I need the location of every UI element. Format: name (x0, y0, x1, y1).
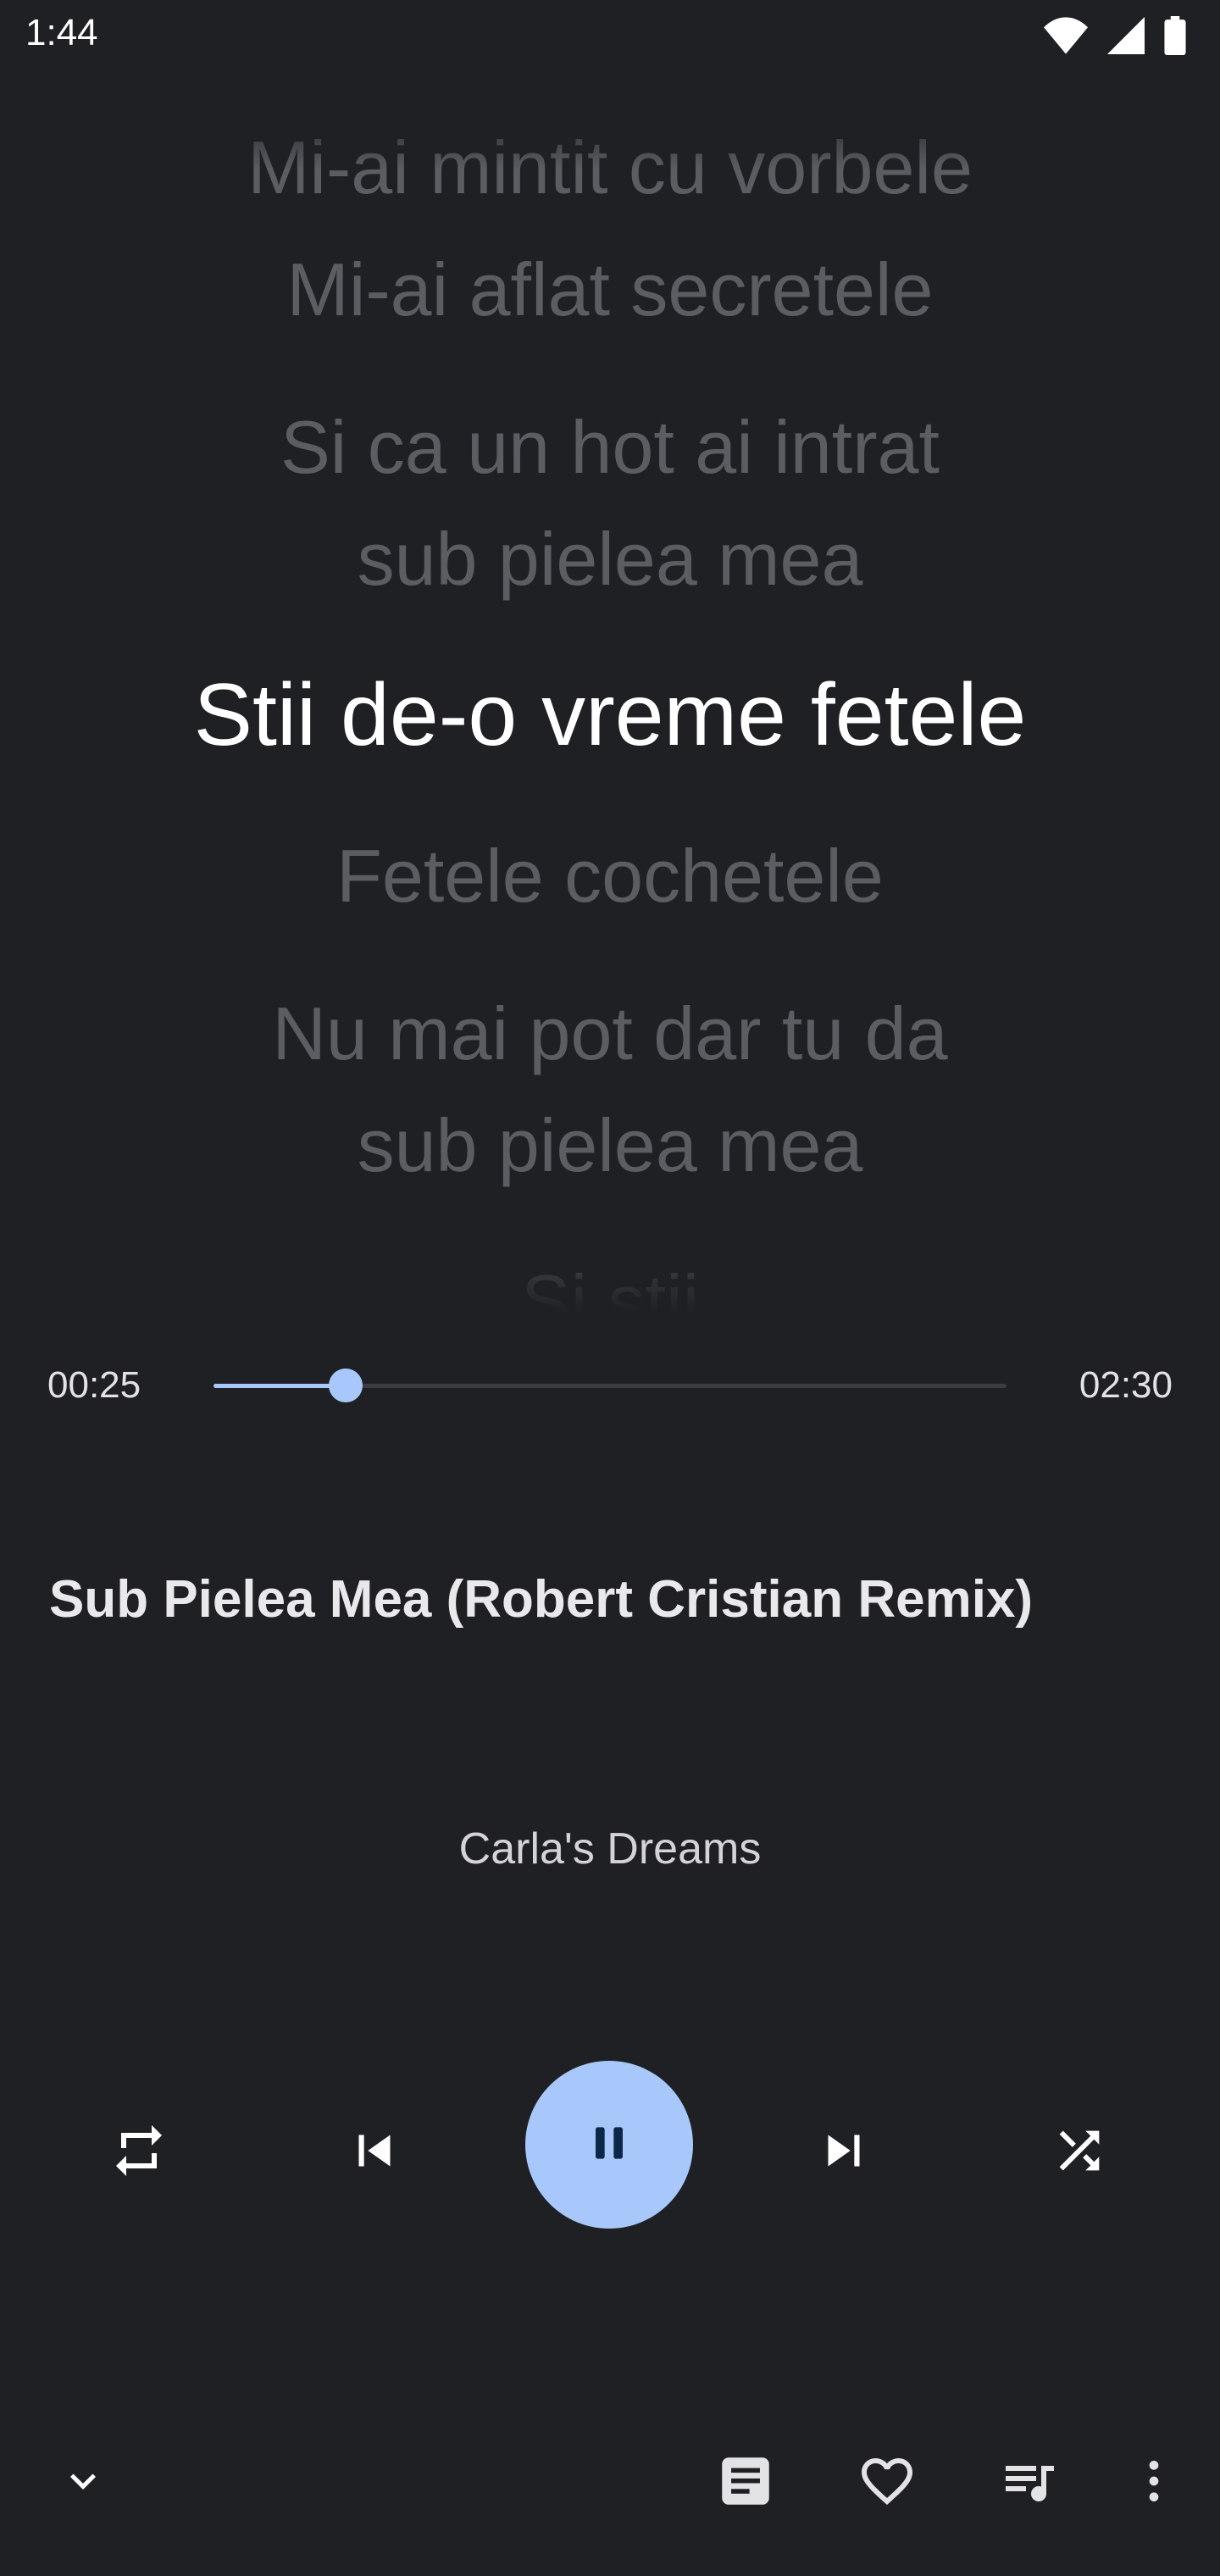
heart-icon (857, 2451, 918, 2516)
collapse-button[interactable] (49, 2449, 117, 2517)
previous-button[interactable] (332, 2108, 417, 2193)
lyric-line[interactable]: Mi-ai mintit cu vorbele (0, 112, 1220, 224)
seek-progress (214, 1384, 347, 1388)
playback-controls (0, 2061, 1220, 2230)
more-options-button[interactable] (1120, 2449, 1188, 2517)
lyric-line[interactable]: Fetele cochetele (0, 820, 1220, 932)
seek-thumb[interactable] (329, 1368, 363, 1402)
pause-button[interactable] (525, 2061, 693, 2229)
lyric-line[interactable]: Si stii (0, 1246, 1220, 1313)
signal-icon (1106, 17, 1145, 54)
lyric-line[interactable]: Mi-ai aflat secretele (0, 234, 1220, 346)
shuffle-icon (1050, 2121, 1109, 2180)
favorite-button[interactable] (853, 2449, 921, 2517)
total-duration: 02:30 (1079, 1364, 1173, 1406)
queue-icon (998, 2451, 1059, 2516)
battery-icon (1164, 16, 1186, 55)
shuffle-button[interactable] (1037, 2108, 1122, 2193)
more-vert-icon (1127, 2454, 1181, 2512)
bottom-bar (0, 2440, 1220, 2525)
repeat-icon (108, 2120, 169, 2181)
artist-name[interactable]: Carla's Dreams (0, 1824, 1220, 1874)
next-button[interactable] (801, 2108, 886, 2193)
lyric-line[interactable]: sub pielea mea (0, 503, 1220, 615)
chevron-down-icon (58, 2456, 108, 2511)
seek-bar[interactable] (214, 1368, 1006, 1402)
elapsed-time: 00:25 (47, 1364, 141, 1406)
status-icons (1044, 15, 1186, 56)
lyric-line[interactable]: Nu mai pot dar tu da (0, 978, 1220, 1090)
wifi-icon (1044, 17, 1088, 54)
lyric-line-current[interactable]: Stii de-o vreme fetele (0, 656, 1220, 774)
lyrics-view[interactable]: Mi-ai mintit cu vorbele Mi-ai aflat secr… (0, 102, 1220, 1313)
pause-icon (582, 2116, 636, 2174)
skip-next-icon (812, 2119, 875, 2182)
lyric-line[interactable]: sub pielea mea (0, 1090, 1220, 1202)
repeat-button[interactable] (97, 2108, 181, 2193)
lyrics-button[interactable] (712, 2449, 779, 2517)
status-time: 1:44 (25, 12, 98, 53)
lyrics-icon (714, 2450, 777, 2517)
song-title: Sub Pielea Mea (Robert Cristian Remix) (49, 1570, 1034, 1629)
lyric-line[interactable]: Si ca un hot ai intrat (0, 391, 1220, 503)
status-bar: 1:44 (0, 0, 1220, 71)
queue-button[interactable] (995, 2449, 1062, 2517)
skip-previous-icon (343, 2119, 406, 2182)
